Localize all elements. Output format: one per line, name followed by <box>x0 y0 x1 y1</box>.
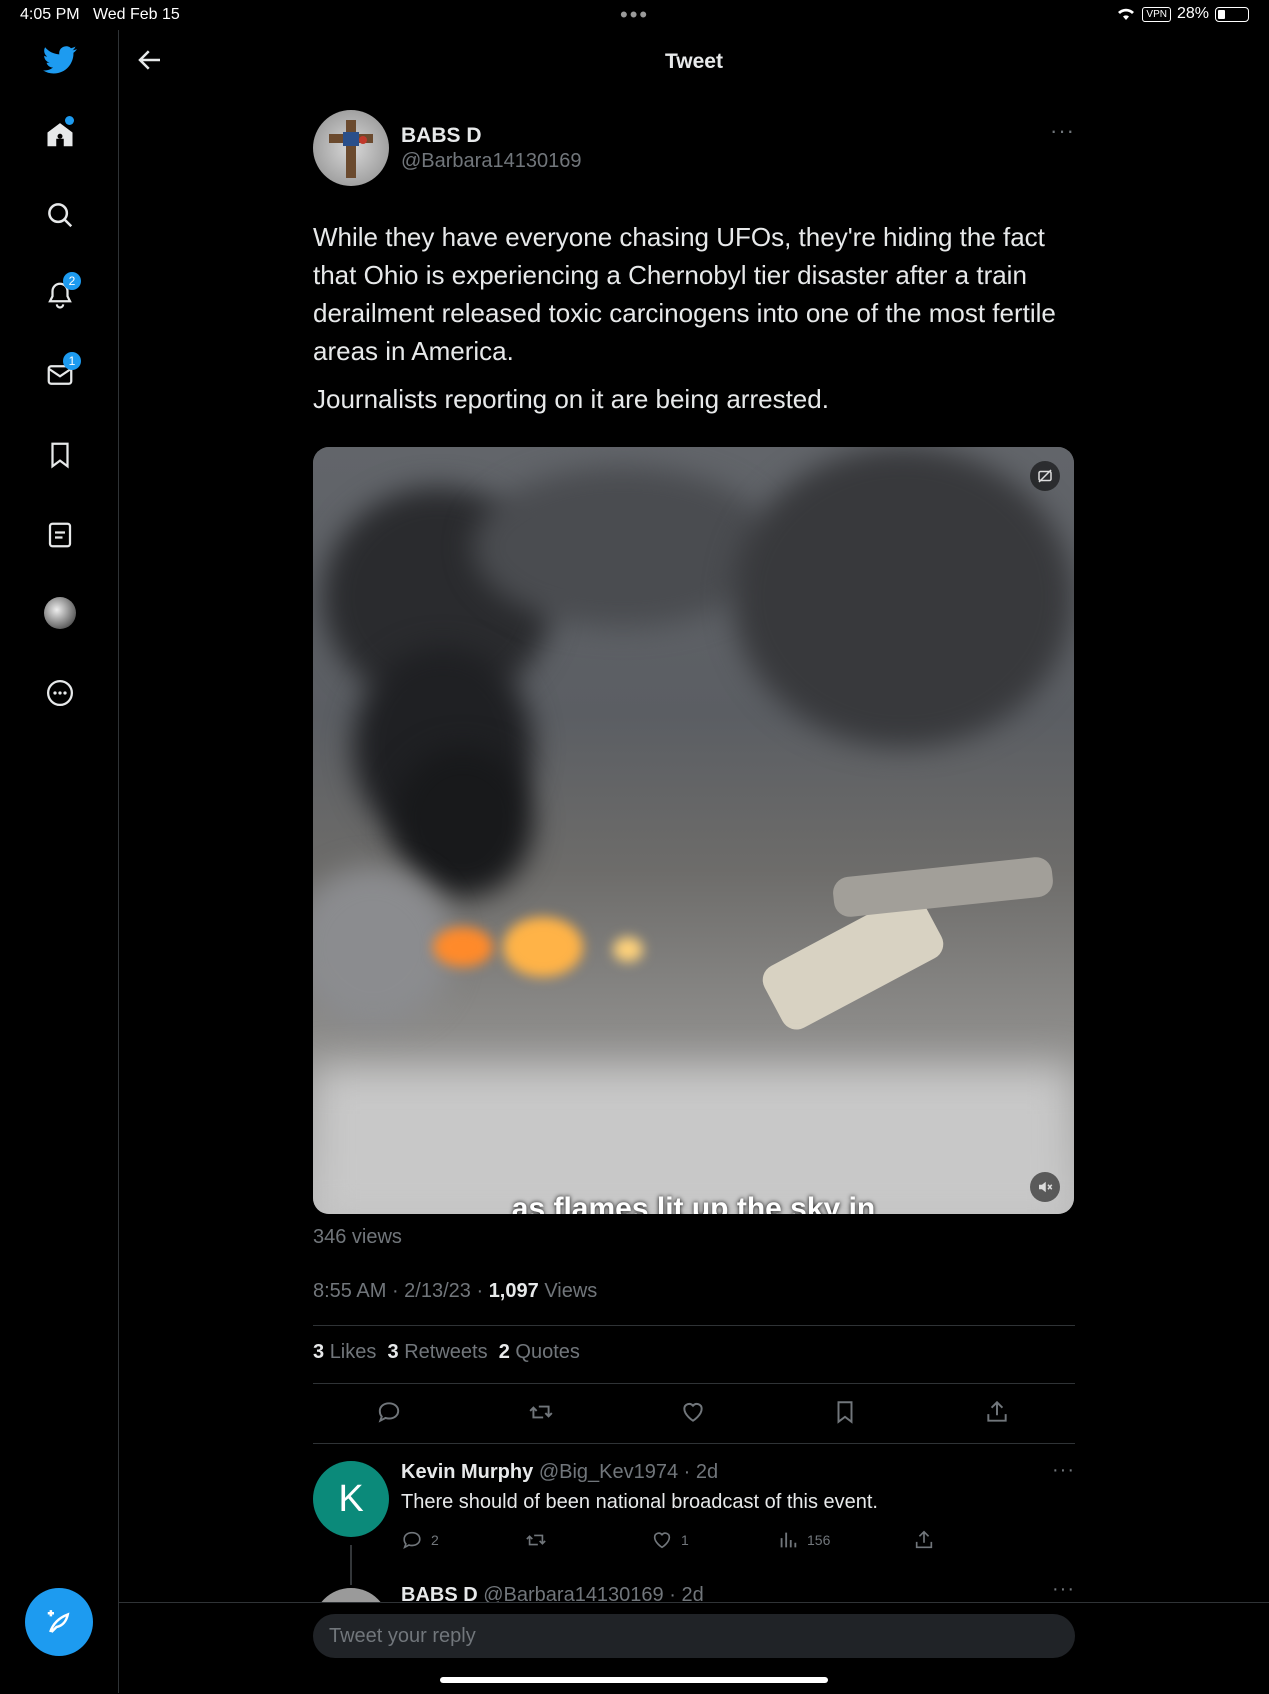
share-icon <box>915 1530 933 1549</box>
reply-more-icon[interactable]: ··· <box>1052 1586 1075 1601</box>
reply-retweet-button[interactable] <box>525 1529 547 1551</box>
compose-feather-icon <box>47 1610 70 1633</box>
video-caption: as flames lit up the sky in <box>511 1192 876 1214</box>
notifications-badge: 2 <box>63 272 81 290</box>
lists-icon[interactable] <box>35 510 85 560</box>
quotes-stat[interactable]: 2 Quotes <box>499 1341 580 1363</box>
messages-envelope-icon[interactable]: 1 <box>35 350 85 400</box>
reply-share-button[interactable] <box>913 1529 935 1551</box>
tweet-timestamp: 8:55 AM · 2/13/23 · 1,097 Views <box>313 1280 598 1302</box>
tweet-paragraph: While they have everyone chasing UFOs, t… <box>313 222 1056 366</box>
author-name[interactable]: BABS D <box>401 124 482 148</box>
multitasking-dots-icon[interactable]: ••• <box>620 2 649 28</box>
reply-like-button[interactable]: 1 <box>651 1529 689 1551</box>
messages-badge: 1 <box>63 352 81 370</box>
reply-tweet[interactable]: K Kevin Murphy @Big_Kev1974 · 2d ··· The… <box>313 1459 1075 1585</box>
reply-more-icon[interactable]: ··· <box>1052 1459 1075 1482</box>
home-unread-dot <box>65 116 74 125</box>
divider <box>313 1443 1075 1444</box>
twitter-logo-icon[interactable] <box>35 35 85 85</box>
divider <box>313 1325 1075 1326</box>
home-indicator[interactable] <box>440 1677 828 1683</box>
reply-icon <box>403 1531 421 1550</box>
tweet-more-icon[interactable]: ··· <box>1050 118 1075 144</box>
bookmarks-icon[interactable] <box>35 430 85 480</box>
views-bar-chart-icon <box>780 1532 797 1548</box>
search-icon[interactable] <box>35 190 85 240</box>
battery-percent: 28% <box>1176 5 1209 22</box>
tweet-header: Tweet <box>119 30 1269 92</box>
reply-reply-button[interactable]: 2 <box>401 1529 439 1551</box>
status-bar: 4:05 PM Wed Feb 15 ••• VPN 28% <box>0 0 1269 30</box>
tweet-time[interactable]: 8:55 AM <box>313 1280 386 1302</box>
like-heart-icon <box>653 1532 671 1549</box>
views-count: 1,097 <box>488 1280 539 1302</box>
author-handle[interactable]: @Barbara14130169 <box>401 150 581 173</box>
views-label: Views <box>544 1280 598 1302</box>
video-view-count: 346 views <box>313 1226 402 1248</box>
compose-tweet-button[interactable] <box>25 1588 93 1656</box>
reply-author[interactable]: Kevin Murphy @Big_Kev1974 · 2d <box>401 1461 718 1484</box>
sensitive-media-icon[interactable] <box>1030 461 1060 491</box>
thread-connector <box>350 1545 352 1585</box>
share-icon[interactable] <box>980 1395 1014 1429</box>
bookmark-icon[interactable] <box>828 1395 862 1429</box>
tweet-actions <box>313 1395 1075 1429</box>
tweet-text: While they have everyone chasing UFOs, t… <box>313 218 1073 428</box>
engagement-stats: 3 Likes 3 Retweets 2 Quotes <box>313 1341 580 1364</box>
home-icon[interactable] <box>35 110 85 160</box>
like-heart-icon[interactable] <box>676 1395 710 1429</box>
reply-actions: 2 1 156 <box>401 1529 1001 1555</box>
wifi-icon <box>1118 8 1135 20</box>
reply-views-button[interactable]: 156 <box>777 1529 830 1551</box>
sidebar: 2 1 <box>0 30 119 1693</box>
tweet-date[interactable]: 2/13/23 <box>404 1280 471 1302</box>
reply-icon[interactable] <box>372 1395 406 1429</box>
retweet-icon[interactable] <box>524 1395 558 1429</box>
profile-avatar[interactable] <box>35 588 85 638</box>
notifications-bell-icon[interactable]: 2 <box>35 270 85 320</box>
vpn-badge: VPN <box>1142 6 1171 22</box>
page-title: Tweet <box>665 50 723 73</box>
status-right: VPN 28% <box>1116 5 1249 23</box>
divider <box>313 1383 1075 1384</box>
reply-input[interactable] <box>313 1614 1075 1658</box>
tweet-paragraph: Journalists reporting on it are being ar… <box>313 384 829 414</box>
tweet-video[interactable]: as flames lit up the sky in <box>313 447 1074 1214</box>
likes-stat[interactable]: 3 Likes <box>313 1341 376 1363</box>
more-options-icon[interactable] <box>35 668 85 718</box>
retweet-icon <box>526 1534 546 1546</box>
battery-icon <box>1215 6 1249 22</box>
reply-avatar[interactable]: K <box>313 1461 389 1537</box>
status-time: 4:05 PM Wed Feb 15 <box>20 6 180 23</box>
author-avatar[interactable] <box>313 110 389 186</box>
retweets-stat[interactable]: 3 Retweets <box>388 1341 488 1363</box>
reply-text: There should of been national broadcast … <box>401 1491 878 1513</box>
